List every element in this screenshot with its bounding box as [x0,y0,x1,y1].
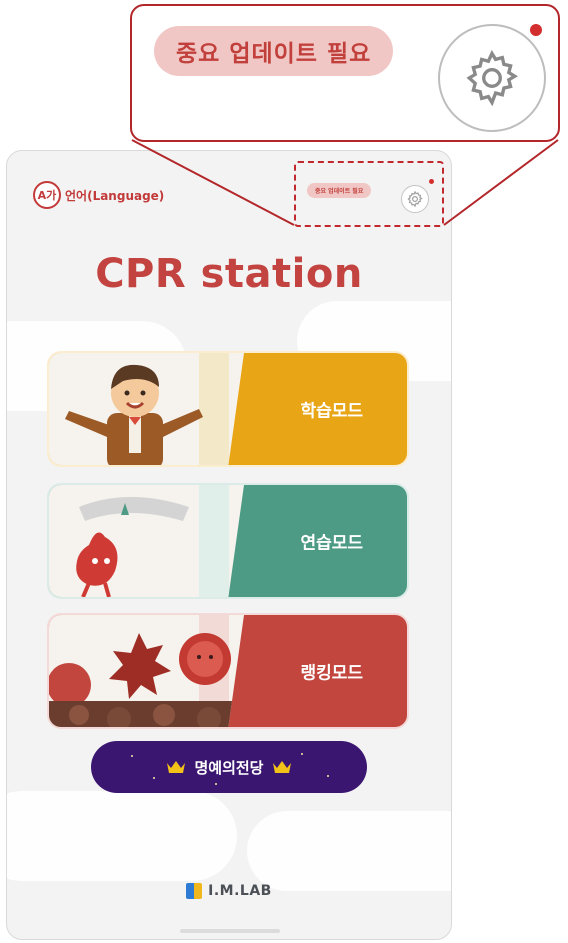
language-selector[interactable]: A가 언어(Language) [33,181,164,209]
home-indicator [180,929,280,933]
notification-dot-small [429,179,434,184]
study-mode-illustration [49,353,244,465]
sparkle [327,775,329,777]
sparkle [131,755,133,757]
update-callout: 중요 업데이트 필요 [130,4,560,142]
brand-name: I.M.LAB [208,883,272,899]
background-cloud [247,811,451,891]
ranking-mode-illustration [49,615,244,727]
language-icon: A가 [33,181,61,209]
sparkle [215,783,217,785]
imlab-logo [186,883,203,899]
update-required-badge[interactable]: 중요 업데이트 필요 [154,26,394,76]
crown-icon [167,761,186,773]
update-required-badge-small[interactable]: 중요 업데이트 필요 [307,183,372,198]
practice-mode-illustration [49,485,244,597]
gear-icon [466,49,518,107]
hall-of-fame-label: 명예의전당 [194,758,264,777]
sparkle [153,777,155,779]
language-label: 언어(Language) [65,188,165,203]
hall-of-fame-button[interactable]: 명예의전당 [91,741,367,793]
ranking-mode-label: 랭킹모드 [300,663,363,684]
phone-screen: A가 언어(Language) 중요 업데이트 필요 CPR station 학… [6,150,452,940]
gear-icon [407,190,423,208]
practice-mode-button[interactable]: 연습모드 [47,483,409,599]
brand-footer: I.M.LAB [7,883,451,899]
settings-button-zoomed[interactable] [438,24,546,132]
study-mode-button[interactable]: 학습모드 [47,351,409,467]
settings-button[interactable] [401,185,429,213]
ranking-mode-button[interactable]: 랭킹모드 [47,613,409,729]
study-mode-label: 학습모드 [300,401,363,422]
practice-mode-label: 연습모드 [300,533,363,554]
app-title: CPR station [95,251,363,297]
background-cloud [7,791,237,881]
crown-icon [272,761,291,773]
sparkle [301,753,303,755]
notification-dot [530,24,542,36]
